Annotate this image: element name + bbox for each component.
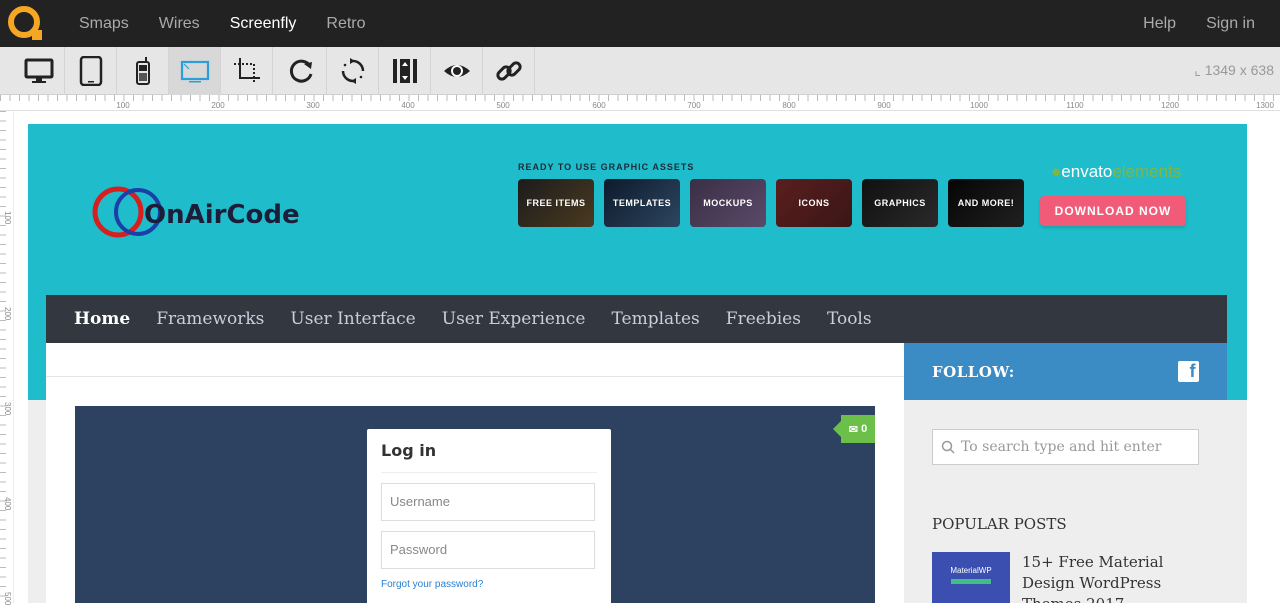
login-box: Log in Username Password Forgot your pas…: [367, 429, 611, 603]
crop-button[interactable]: [221, 47, 273, 95]
ruler-label: 400: [401, 101, 415, 110]
ruler-label: 400: [3, 497, 12, 511]
search-input[interactable]: To search type and hit enter: [932, 429, 1199, 465]
desktop-button[interactable]: [13, 47, 65, 95]
asset-and-more[interactable]: AND MORE!: [948, 179, 1024, 227]
rotate-button[interactable]: [327, 47, 379, 95]
signin-link[interactable]: Sign in: [1206, 15, 1255, 33]
television-icon: [180, 60, 209, 83]
post-thumbnail[interactable]: MaterialWP: [932, 552, 1010, 603]
nav-smaps[interactable]: Smaps: [79, 15, 129, 33]
tablet-icon: [79, 56, 102, 86]
ruler-label: 300: [306, 101, 320, 110]
vertical-ruler: 100 200 300 400 500: [0, 111, 14, 605]
ready-assets-label: READY TO USE GRAPHIC ASSETS: [518, 162, 695, 172]
search-icon: [941, 440, 955, 454]
asset-templates[interactable]: TEMPLATES: [604, 179, 680, 227]
ruler-label: 1100: [1066, 101, 1084, 110]
follow-bar: FOLLOW: f: [904, 343, 1227, 400]
help-link[interactable]: Help: [1143, 15, 1176, 33]
horizontal-ruler: 100 200 300 400 500 600 700 800 900 1000…: [0, 95, 1280, 111]
mobile-phone-icon: [135, 57, 150, 85]
ruler-label: 300: [3, 402, 12, 416]
ruler-label: 200: [211, 101, 225, 110]
menu-item-templates[interactable]: Templates: [612, 309, 700, 329]
menu-item-frameworks[interactable]: Frameworks: [156, 309, 264, 329]
forgot-password-link[interactable]: Forgot your password?: [381, 579, 597, 590]
follow-label: FOLLOW:: [932, 362, 1015, 381]
menu-item-freebies[interactable]: Freebies: [726, 309, 801, 329]
ruler-label: 1200: [1161, 101, 1179, 110]
ruler-label: 800: [782, 101, 796, 110]
top-navbar: Smaps Wires Screenfly Retro Help Sign in: [0, 0, 1280, 47]
link-button[interactable]: [483, 47, 535, 95]
nav-wires[interactable]: Wires: [159, 15, 200, 33]
rotate-icon: [341, 58, 364, 84]
eye-icon: [443, 65, 470, 77]
mobile-button[interactable]: [117, 47, 169, 95]
search-placeholder: To search type and hit enter: [961, 439, 1162, 455]
popular-posts-title: POPULAR POSTS: [932, 515, 1067, 533]
comment-count-badge[interactable]: ✉ 0: [833, 415, 875, 443]
desktop-icon: [24, 58, 53, 83]
envato-suffix: elements: [1112, 162, 1182, 181]
envato-brand: envato: [1061, 162, 1113, 181]
ruler-label: 1000: [970, 101, 988, 110]
eye-button[interactable]: [431, 47, 483, 95]
device-toolbar: ⌞ 1349 x 638: [0, 47, 1280, 95]
ruler-label: 200: [3, 307, 12, 321]
site-menu: Home Frameworks User Interface User Expe…: [46, 295, 1227, 343]
refresh-button[interactable]: [275, 47, 327, 95]
app-logo[interactable]: [8, 5, 44, 42]
envato-logo[interactable]: ●envatoelements: [1051, 162, 1181, 182]
nav-retro[interactable]: Retro: [326, 15, 365, 33]
tablet-button[interactable]: [65, 47, 117, 95]
scroll-toggle-button[interactable]: [379, 47, 431, 95]
menu-item-user-interface[interactable]: User Interface: [290, 309, 415, 329]
brand-name: OnAirCode: [144, 200, 300, 230]
ruler-label: 500: [3, 592, 12, 605]
password-field[interactable]: Password: [381, 531, 595, 569]
television-button[interactable]: [169, 47, 221, 95]
facebook-icon[interactable]: f: [1178, 361, 1199, 382]
viewport-size-text: 1349 x 638: [1204, 62, 1274, 78]
sidebar: FOLLOW: f To search type and hit enter P…: [904, 343, 1227, 603]
ruler-label: 100: [116, 101, 130, 110]
ruler-label: 1300: [1256, 101, 1274, 110]
ruler-label: 100: [3, 211, 12, 225]
nav-screenfly[interactable]: Screenfly: [230, 15, 297, 33]
login-title: Log in: [381, 441, 597, 473]
asset-free-items[interactable]: FREE ITEMS: [518, 179, 594, 227]
comment-icon: ✉: [848, 423, 859, 436]
leaf-icon: ●: [1051, 162, 1062, 181]
asset-graphics[interactable]: GRAPHICS: [862, 179, 938, 227]
ruler-label: 900: [877, 101, 891, 110]
username-field[interactable]: Username: [381, 483, 595, 521]
ruler-label: 600: [592, 101, 606, 110]
refresh-icon: [289, 59, 312, 83]
menu-item-user-experience[interactable]: User Experience: [442, 309, 586, 329]
post-thumb-title: MaterialWP: [950, 566, 992, 575]
asset-mockups[interactable]: MOCKUPS: [690, 179, 766, 227]
ruler-label: 700: [687, 101, 701, 110]
scroll-toggle-icon: [392, 59, 417, 83]
post-title-link[interactable]: 15+ Free Material Design WordPress Theme…: [1022, 552, 1212, 603]
link-icon: [495, 61, 522, 81]
download-now-button[interactable]: DOWNLOAD NOW: [1040, 196, 1186, 226]
comment-count: 0: [861, 423, 868, 435]
viewport-size-readout: ⌞ 1349 x 638: [1194, 62, 1274, 79]
site-preview-frame[interactable]: OnAirCode READY TO USE GRAPHIC ASSETS FR…: [28, 124, 1247, 603]
asset-icons[interactable]: ICONS: [776, 179, 852, 227]
menu-item-tools[interactable]: Tools: [827, 309, 872, 329]
ruler-label: 500: [496, 101, 510, 110]
resize-icon: ⌞: [1194, 62, 1201, 78]
crop-icon: [233, 58, 260, 84]
menu-item-home[interactable]: Home: [74, 309, 130, 329]
